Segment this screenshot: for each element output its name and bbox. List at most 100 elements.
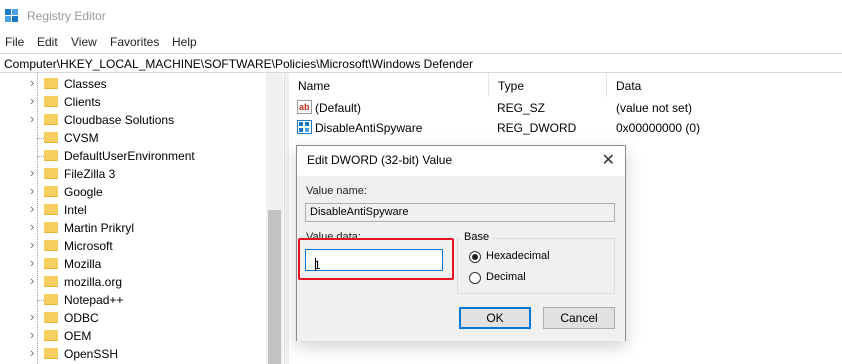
cancel-button[interactable]: Cancel xyxy=(543,307,615,329)
chevron-right-icon[interactable]: › xyxy=(30,327,34,342)
folder-icon xyxy=(44,132,58,143)
value-name: (Default) xyxy=(315,101,362,115)
key-tree[interactable]: › Classes › Clients › Cloudbase Solutions CVSM… xyxy=(0,73,284,364)
tree-item[interactable]: › Google xyxy=(0,183,270,201)
dialog-title: Edit DWORD (32-bit) Value xyxy=(307,153,453,167)
chevron-right-icon[interactable]: › xyxy=(30,93,34,108)
tree-item[interactable]: › Microsoft xyxy=(0,237,270,255)
folder-icon xyxy=(44,168,58,179)
folder-icon xyxy=(44,150,58,161)
registry-editor-icon xyxy=(5,9,18,22)
column-data[interactable]: Data xyxy=(607,73,842,97)
decimal-radio[interactable] xyxy=(469,272,481,284)
decimal-label[interactable]: Decimal xyxy=(486,271,526,283)
tree-item[interactable]: › ODBC xyxy=(0,309,270,327)
ok-button[interactable]: OK xyxy=(459,307,531,329)
tree-item-label: Microsoft xyxy=(64,239,113,253)
tree-item-label: Notepad++ xyxy=(64,293,124,307)
string-value-icon: ab xyxy=(297,100,312,114)
tree-item-label: ODBC xyxy=(64,311,99,325)
folder-icon xyxy=(44,240,58,251)
folder-icon xyxy=(44,186,58,197)
address-bar[interactable]: Computer\HKEY_LOCAL_MACHINE\SOFTWARE\Pol… xyxy=(0,53,842,73)
chevron-right-icon[interactable]: › xyxy=(30,309,34,324)
tree-item[interactable]: › Classes xyxy=(0,75,270,93)
column-type-label: Type xyxy=(498,79,525,93)
tree-item[interactable]: › Cloudbase Solutions xyxy=(0,111,270,129)
tree-item[interactable]: › OpenSSH xyxy=(0,345,270,363)
value-name-field: DisableAntiSpyware xyxy=(305,203,615,222)
chevron-right-icon[interactable]: › xyxy=(30,255,34,270)
menu-edit[interactable]: Edit xyxy=(37,35,58,49)
chevron-right-icon[interactable]: › xyxy=(30,165,34,180)
tree-connector-line xyxy=(37,156,44,157)
tree-item[interactable]: › OEM xyxy=(0,327,270,345)
binary-value-icon xyxy=(297,120,312,134)
value-name-label: Value name: xyxy=(306,185,367,197)
value-data: (value not set) xyxy=(616,101,693,115)
tree-item-label: Google xyxy=(64,185,103,199)
folder-icon xyxy=(44,222,58,233)
chevron-right-icon[interactable]: › xyxy=(30,219,34,234)
tree-item-label: Cloudbase Solutions xyxy=(64,113,175,127)
folder-icon xyxy=(44,348,58,359)
folder-icon xyxy=(44,330,58,341)
base-label: Base xyxy=(461,231,493,243)
base-groupbox xyxy=(457,238,615,294)
tree-item-label: OEM xyxy=(64,329,92,343)
window-title: Registry Editor xyxy=(27,9,106,23)
tree-item-label: Mozilla xyxy=(64,257,102,271)
folder-icon xyxy=(44,114,58,125)
tree-item-label: Classes xyxy=(64,77,107,91)
tree-item-label: Intel xyxy=(64,203,87,217)
column-data-label: Data xyxy=(616,79,642,93)
tree-item[interactable]: DefaultUserEnvironment xyxy=(0,147,270,165)
tree-item[interactable]: › FileZilla 3 xyxy=(0,165,270,183)
hexadecimal-label[interactable]: Hexadecimal xyxy=(486,250,550,262)
close-icon[interactable]: ✕ xyxy=(602,150,615,170)
chevron-right-icon[interactable]: › xyxy=(30,201,34,216)
tree-item[interactable]: CVSM xyxy=(0,129,270,147)
tree-item-label: mozilla.org xyxy=(64,275,123,289)
chevron-right-icon[interactable]: › xyxy=(30,183,34,198)
tree-scrollbar-thumb[interactable] xyxy=(268,210,281,364)
column-type[interactable]: Type xyxy=(489,73,607,97)
folder-icon xyxy=(44,294,58,305)
folder-icon xyxy=(44,258,58,269)
column-name[interactable]: Name xyxy=(289,73,489,97)
tree-item-label: CVSM xyxy=(64,131,99,145)
chevron-right-icon[interactable]: › xyxy=(30,273,34,288)
value-type: REG_DWORD xyxy=(497,121,577,135)
svg-text:ab: ab xyxy=(299,102,310,112)
tree-scrollbar[interactable] xyxy=(266,73,283,364)
highlight-box xyxy=(298,238,454,280)
tree-item-label: Clients xyxy=(64,95,101,109)
tree-connector-line xyxy=(37,300,44,301)
tree-item[interactable]: › Intel xyxy=(0,201,270,219)
value-data: 0x00000000 (0) xyxy=(616,121,701,135)
chevron-right-icon[interactable]: › xyxy=(30,111,34,126)
value-row[interactable]: DisableAntiSpyware REG_DWORD 0x00000000 … xyxy=(289,118,842,138)
menu-favorites[interactable]: Favorites xyxy=(110,35,159,49)
menu-help[interactable]: Help xyxy=(172,35,197,49)
radio-selected-dot xyxy=(472,254,478,260)
folder-icon xyxy=(44,312,58,323)
tree-item-label: OpenSSH xyxy=(64,347,119,361)
chevron-right-icon[interactable]: › xyxy=(30,345,34,360)
title-bar: Registry Editor xyxy=(0,0,842,32)
address-path[interactable]: Computer\HKEY_LOCAL_MACHINE\SOFTWARE\Pol… xyxy=(4,57,473,71)
tree-item[interactable]: Notepad++ xyxy=(0,291,270,309)
value-row[interactable]: ab (Default) REG_SZ (value not set) xyxy=(289,98,842,118)
tree-item[interactable]: › mozilla.org xyxy=(0,273,270,291)
hexadecimal-radio[interactable] xyxy=(469,251,481,263)
tree-item[interactable]: › Clients xyxy=(0,93,270,111)
chevron-right-icon[interactable]: › xyxy=(30,75,34,90)
chevron-right-icon[interactable]: › xyxy=(30,237,34,252)
menu-file[interactable]: File xyxy=(5,35,24,49)
value-name-text: DisableAntiSpyware xyxy=(310,206,409,218)
folder-icon xyxy=(44,96,58,107)
tree-item-label: FileZilla 3 xyxy=(64,167,116,181)
tree-item[interactable]: › Martin Prikryl xyxy=(0,219,270,237)
tree-item[interactable]: › Mozilla xyxy=(0,255,270,273)
menu-view[interactable]: View xyxy=(71,35,97,49)
